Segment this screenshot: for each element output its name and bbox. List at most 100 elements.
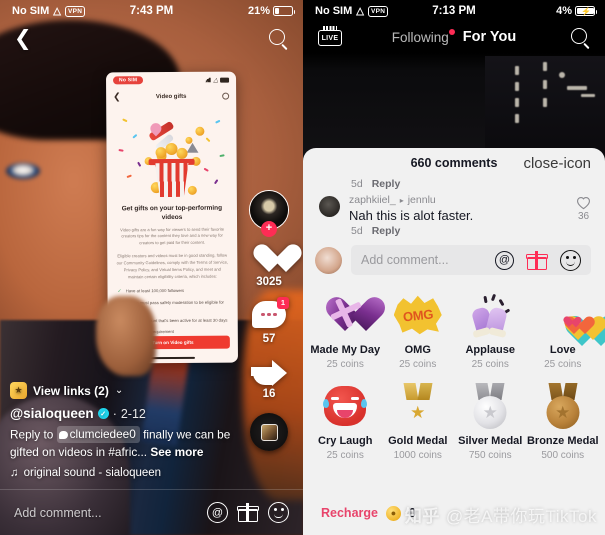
gift-name: Gold Medal (388, 435, 448, 447)
coin-balance: 0 (408, 506, 416, 520)
gift-item[interactable]: Love 25 coins (527, 289, 600, 370)
status-left: No SIM △ VPN (12, 5, 86, 17)
add-comment-input[interactable]: Add comment... (14, 506, 197, 520)
search-icon[interactable] (268, 28, 289, 49)
at-mention-icon[interactable]: @ (495, 250, 514, 270)
status-right: 4% ⚡ (556, 5, 597, 17)
right-top-nav: LIVE Following For You (303, 22, 605, 48)
coin-pile (151, 142, 191, 161)
gift-item[interactable]: ★ Bronze Medal 500 coins (527, 380, 600, 461)
carrier-label: No SIM (315, 5, 353, 17)
gift-item[interactable]: Made My Day 25 coins (309, 289, 382, 370)
reply-button[interactable]: Reply (372, 225, 401, 237)
at-mention-icon[interactable]: @ (207, 502, 228, 523)
caption-text-block: Reply to clumciedee0 finally we can be g… (10, 426, 250, 461)
view-links-label: View links (2) (33, 383, 109, 398)
gift-cost: 25 coins (471, 359, 509, 370)
comment-button[interactable]: 1 57 (252, 297, 289, 345)
wifi-icon: △ (213, 77, 219, 84)
gift-item[interactable]: Applause 25 coins (454, 289, 527, 370)
gift-name: Cry Laugh (318, 435, 373, 447)
rainbow-heart-icon (537, 289, 589, 341)
comment-badge: 1 (277, 297, 289, 309)
avatar[interactable] (319, 196, 340, 217)
signal-icon (205, 77, 211, 82)
gift-icon[interactable] (237, 503, 259, 522)
emoji-icon[interactable] (268, 502, 289, 523)
inner-body-text-2: Eligible creators and videos must be in … (116, 253, 229, 280)
sound-row[interactable]: ♫ original sound - sialoqueen (10, 467, 250, 479)
gift-item[interactable]: OMG OMG 25 coins (382, 289, 455, 370)
purple-heart-gem-icon (319, 289, 371, 341)
reply-arrow-icon: ▸ (399, 195, 404, 205)
search-icon[interactable] (570, 27, 591, 48)
left-action-rail: + 3025 1 57 16 (243, 190, 295, 451)
checklist-text: Have at least 100,000 followers (125, 288, 185, 294)
follow-button[interactable]: + (261, 221, 277, 237)
coin-icon: ● (385, 505, 401, 521)
right-status-bar: No SIM △ VPN 7:13 PM 4% ⚡ (303, 0, 605, 22)
gift-name: Made My Day (310, 344, 381, 356)
gift-item[interactable]: Cry Laugh 25 coins (309, 380, 382, 461)
left-comment-bar: Add comment... @ (0, 489, 303, 535)
silver-medal-icon: ★ (464, 380, 516, 432)
right-phone-pane: No SIM △ VPN 7:13 PM 4% ⚡ LIVE Following… (303, 0, 605, 535)
gift-cost: 750 coins (468, 450, 512, 461)
creator-username-row[interactable]: @sialoqueen ✓ · 2-12 (10, 406, 250, 421)
avatar[interactable]: + (249, 190, 289, 237)
status-right: 21% (247, 5, 295, 17)
wifi-icon: △ (53, 5, 61, 17)
check-icon: ✓ (117, 288, 122, 295)
battery-percent-label: 21% (247, 5, 270, 17)
share-button[interactable]: 16 (251, 358, 287, 400)
tab-following-label: Following (391, 29, 449, 45)
gift-cost: 25 coins (399, 359, 437, 370)
tab-following[interactable]: Following (391, 28, 455, 45)
like-button[interactable]: 3025 (252, 243, 286, 288)
gift-name: OMG (404, 344, 431, 356)
spinning-record-icon[interactable] (250, 413, 288, 451)
music-note-icon: ♫ (10, 467, 19, 479)
live-icon[interactable]: LIVE (317, 26, 343, 48)
comment-reply-target[interactable]: jennlu (408, 194, 436, 206)
reply-username: clumciedee0 (69, 427, 136, 442)
view-links-button[interactable]: ★ View links (2) ⌄ (10, 382, 123, 400)
feed-tabs: Following For You (303, 28, 605, 45)
status-left: No SIM △ VPN (315, 5, 389, 17)
gift-icon[interactable] (526, 250, 548, 270)
comment-username[interactable]: zaphkiiel_ (349, 194, 396, 206)
gift-cost: 1000 coins (393, 450, 442, 461)
post-date-value: 2-12 (120, 406, 146, 421)
comment-input-box[interactable]: Add comment... @ (351, 245, 591, 275)
recharge-button[interactable]: Recharge (321, 506, 378, 520)
see-more-button[interactable]: See more (150, 445, 203, 459)
gift-item[interactable]: ★ Gold Medal 1000 coins (382, 380, 455, 461)
gift-cost: 25 coins (326, 450, 364, 461)
close-icon[interactable]: close-icon (523, 156, 591, 171)
gift-item[interactable]: ★ Silver Medal 750 coins (454, 380, 527, 461)
live-label: LIVE (318, 30, 342, 46)
comments-sheet: 660 comments close-icon 5d Reply zaphkii… (303, 148, 605, 535)
inner-headline: Get gifts on your top-performing videos (121, 204, 223, 221)
left-status-bar: No SIM △ VPN 7:43 PM 21% (0, 0, 303, 22)
reply-user-chip[interactable]: clumciedee0 (56, 426, 140, 444)
gift-illustration (106, 105, 237, 202)
post-date: · (112, 406, 117, 421)
vpn-badge: VPN (367, 5, 389, 17)
emoji-icon[interactable] (560, 249, 581, 271)
like-count: 3025 (256, 276, 282, 288)
tab-for-you[interactable]: For You (463, 29, 516, 45)
back-icon[interactable]: ❮ (14, 28, 32, 49)
comment-like-button[interactable]: 36 (576, 196, 591, 222)
inner-body-text: Video gifts are a fun way for viewers to… (120, 226, 225, 246)
heart-icon (252, 243, 286, 274)
user-avatar[interactable] (315, 246, 342, 274)
comment-meta-bottom: 5d Reply (303, 223, 605, 237)
video-caption-block: ★ View links (2) ⌄ @sialoqueen ✓ · 2-12 … (10, 380, 250, 479)
bronze-medal-icon: ★ (537, 380, 589, 432)
gift-name: Love (549, 344, 576, 356)
reply-button[interactable]: Reply (372, 178, 401, 190)
left-phone-pane: No SIM △ VPN 7:43 PM 21% ❮ No SIM △ ❮ Vi… (0, 0, 303, 535)
inner-status-pill: No SIM (113, 76, 144, 85)
comment-count: 57 (262, 333, 276, 345)
